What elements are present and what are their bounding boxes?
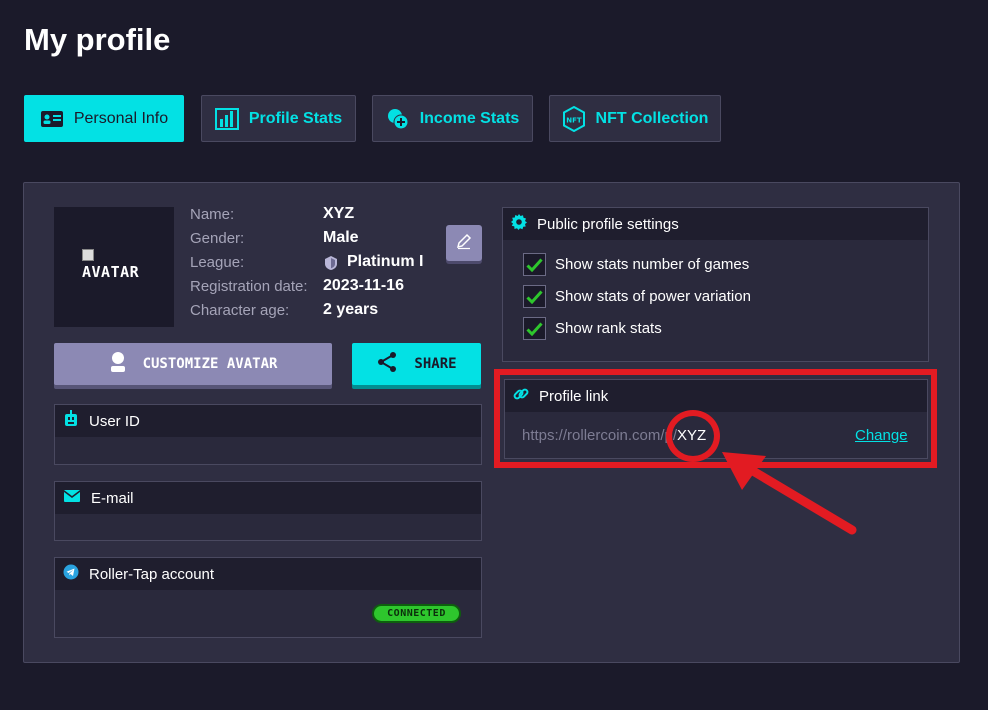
avatar: AVATAR	[54, 207, 174, 327]
user-id-box: User ID	[54, 404, 482, 465]
character-age-label: Character age:	[190, 302, 290, 319]
checkmark-icon	[526, 321, 543, 336]
gear-icon	[511, 214, 527, 234]
checkbox[interactable]	[523, 253, 546, 276]
option-rank-stats[interactable]: Show rank stats	[523, 317, 662, 340]
id-card-icon	[40, 110, 64, 128]
character-age-value: 2 years	[323, 301, 379, 318]
envelope-icon	[63, 489, 81, 507]
option-label: Show stats number of games	[555, 256, 750, 273]
public-settings-header: Public profile settings	[503, 208, 928, 240]
roller-tap-label: Roller-Tap account	[89, 565, 215, 583]
roller-tap-header: Roller-Tap account	[55, 558, 481, 590]
share-label: SHARE	[414, 356, 457, 372]
link-icon	[513, 386, 529, 406]
registration-date-value: 2023-11-16	[323, 277, 404, 294]
broken-image-icon	[82, 249, 94, 261]
page-title: My profile	[24, 22, 171, 57]
nft-icon: NFT	[562, 105, 586, 132]
roller-tap-box: Roller-Tap account	[54, 557, 482, 638]
checkmark-icon	[526, 257, 543, 272]
user-id-header: User ID	[55, 405, 481, 437]
gender-label: Gender:	[190, 230, 245, 247]
edit-profile-button[interactable]	[446, 225, 482, 261]
avatar-alt-text: AVATAR	[82, 263, 140, 281]
robot-icon	[63, 410, 79, 432]
checkbox[interactable]	[523, 285, 546, 308]
option-number-of-games[interactable]: Show stats number of games	[523, 253, 749, 276]
connected-badge: CONNECTED	[372, 604, 461, 623]
coins-icon	[386, 107, 410, 131]
tab-label: Personal Info	[73, 109, 169, 127]
user-id-label: User ID	[89, 412, 140, 430]
league-value: Platinum I	[347, 253, 424, 270]
share-button[interactable]: SHARE	[352, 343, 481, 385]
tab-profile-stats[interactable]: Profile Stats	[201, 95, 356, 142]
email-label: E-mail	[91, 489, 134, 507]
email-box: E-mail	[54, 481, 482, 541]
league-badge-icon	[323, 255, 339, 276]
tab-label: NFT Collection	[595, 109, 709, 127]
telegram-icon	[63, 564, 79, 584]
profile-link-box: Profile link	[504, 379, 928, 459]
checkmark-icon	[526, 289, 543, 304]
tab-label: Income Stats	[419, 109, 520, 127]
option-label: Show rank stats	[555, 320, 662, 337]
gender-value: Male	[323, 229, 359, 246]
checkbox[interactable]	[523, 317, 546, 340]
registration-date-label: Registration date:	[190, 278, 308, 295]
email-header: E-mail	[55, 482, 481, 514]
profile-link-header: Profile link	[505, 380, 927, 412]
tab-income-stats[interactable]: Income Stats	[372, 95, 533, 142]
profile-link-title: Profile link	[539, 387, 609, 405]
tab-nft-collection[interactable]: NFT NFT Collection	[549, 95, 721, 142]
customize-avatar-label: CUSTOMIZE AVATAR	[142, 356, 278, 372]
pencil-icon	[455, 232, 473, 255]
customize-avatar-button[interactable]: CUSTOMIZE AVATAR	[54, 343, 332, 385]
bar-chart-icon	[214, 107, 239, 130]
name-value: XYZ	[323, 205, 355, 222]
person-icon	[109, 351, 127, 377]
option-label: Show stats of power variation	[555, 288, 751, 305]
name-label: Name:	[190, 206, 235, 223]
share-icon	[376, 351, 398, 377]
profile-link-handle: XYZ	[677, 427, 707, 444]
tab-label: Profile Stats	[248, 109, 343, 127]
profile-link-url: https://rollercoin.com/p/	[522, 427, 678, 444]
change-link[interactable]: Change	[855, 427, 908, 444]
league-label: League:	[190, 254, 245, 271]
option-power-variation[interactable]: Show stats of power variation	[523, 285, 751, 308]
public-settings-title: Public profile settings	[537, 215, 679, 233]
svg-text:NFT: NFT	[566, 116, 582, 124]
tab-personal-info[interactable]: Personal Info	[24, 95, 184, 142]
